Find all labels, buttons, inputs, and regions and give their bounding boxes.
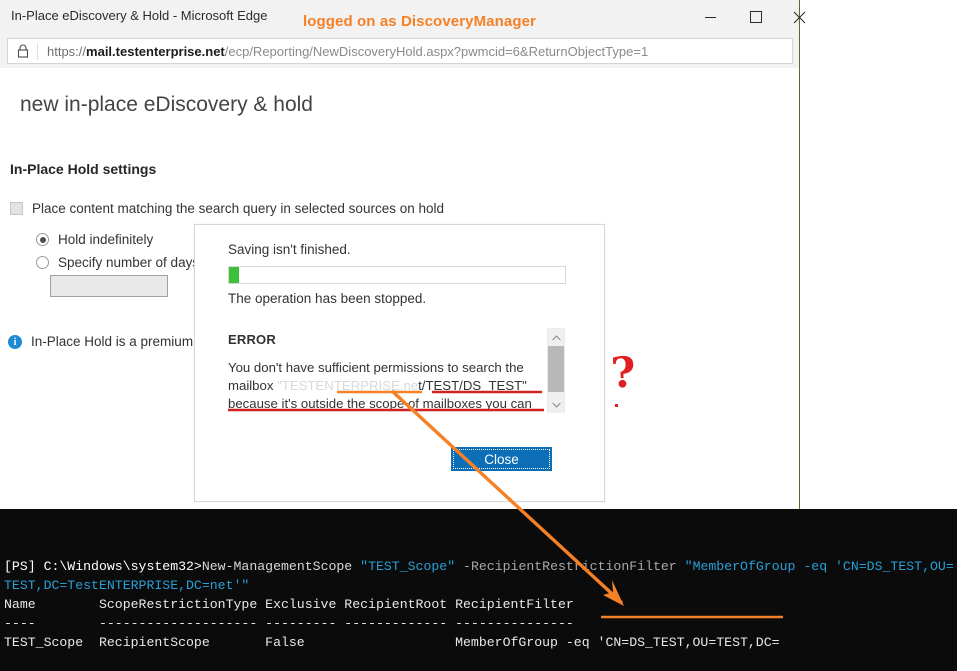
radio-unselected-icon [36, 256, 49, 269]
error-message-scroll-area: You don't have sufficient permissions to… [228, 359, 566, 411]
minimize-icon [704, 16, 716, 18]
radio-specify-days-label: Specify number of days to [58, 255, 215, 270]
place-content-on-hold-label: Place content matching the search query … [32, 201, 444, 216]
url-path: /ecp/Reporting/NewDiscoveryHold.aspx?pwm… [224, 43, 649, 59]
section-heading-in-place-hold-settings: In-Place Hold settings [10, 161, 157, 177]
url-host: mail.testenterprise.net [86, 43, 225, 59]
number-of-days-input[interactable] [50, 275, 168, 297]
radio-hold-indefinitely-label: Hold indefinitely [58, 232, 154, 247]
error-heading: ERROR [228, 332, 276, 347]
title-bar: In-Place eDiscovery & Hold - Microsoft E… [0, 0, 805, 34]
scrollbar-down-arrow-icon[interactable] [548, 396, 564, 413]
powershell-console[interactable]: [PS] C:\Windows\system32>New-ManagementS… [0, 509, 957, 671]
place-content-on-hold-checkbox[interactable]: Place content matching the search query … [10, 201, 444, 216]
address-bar-row: https://mail.testenterprise.net/ecp/Repo… [0, 34, 799, 68]
minimize-button[interactable] [687, 0, 733, 34]
console-separator-row: ---- -------------------- --------- ----… [4, 616, 574, 631]
close-dialog-button[interactable]: Close [451, 447, 552, 471]
lock-icon [8, 42, 38, 60]
close-icon [793, 11, 805, 23]
console-output: [PS] C:\Windows\system32>New-ManagementS… [0, 547, 957, 652]
console-header-row: Name ScopeRestrictionType Exclusive Reci… [4, 597, 574, 612]
premium-feature-label: In-Place Hold is a premium feat [31, 334, 220, 349]
window-title: In-Place eDiscovery & Hold - Microsoft E… [11, 8, 268, 23]
console-result-table: Name ScopeRestrictionType Exclusive Reci… [4, 597, 780, 650]
progress-bar [228, 266, 566, 284]
error-faded-fragment: "TESTENTERPRISE.ne [277, 378, 419, 393]
address-bar[interactable]: https://mail.testenterprise.net/ecp/Repo… [7, 38, 793, 64]
error-message-scrollbar[interactable] [547, 328, 565, 413]
radio-selected-icon [36, 233, 49, 246]
operation-stopped-text: The operation has been stopped. [228, 291, 427, 306]
annotation-question-mark: ? [609, 347, 637, 398]
url-scheme: https:// [47, 43, 87, 59]
console-arg-scope: "TEST_Scope" [360, 559, 456, 574]
radio-specify-number-of-days[interactable]: Specify number of days to [36, 255, 214, 270]
progress-bar-fill [229, 267, 240, 283]
console-data-row: TEST_Scope RecipientScope False MemberOf… [4, 635, 780, 650]
maximize-icon [750, 11, 762, 23]
error-message-text: You don't have sufficient permissions to… [228, 359, 546, 411]
premium-feature-note: i In-Place Hold is a premium feat [8, 334, 219, 349]
info-icon: i [8, 335, 22, 349]
console-filter-value-2: TEST,DC=TestENTERPRISE,DC=net'" [4, 578, 250, 593]
console-cmdlet: New-ManagementScope [201, 559, 353, 574]
annotation-logged-on-as: logged on as DiscoveryManager [303, 13, 536, 30]
scrollbar-thumb[interactable] [548, 346, 564, 392]
console-filter-value-1: "MemberOfGroup -eq 'CN=DS_TEST,OU= [684, 559, 954, 574]
saving-status-text: Saving isn't finished. [228, 242, 351, 257]
maximize-button[interactable] [733, 0, 779, 34]
radio-hold-indefinitely[interactable]: Hold indefinitely [36, 232, 153, 247]
checkbox-box-icon [10, 202, 23, 215]
console-prompt: [PS] C:\Windows\system32> [4, 559, 202, 574]
annotation-question-dot [615, 404, 618, 407]
close-window-button[interactable] [779, 0, 819, 34]
console-param-filter: -RecipientRestrictionFilter [463, 559, 677, 574]
url-text[interactable]: https://mail.testenterprise.net/ecp/Repo… [38, 44, 648, 59]
page-title: new in-place eDiscovery & hold [20, 93, 313, 116]
scrollbar-up-arrow-icon[interactable] [548, 329, 564, 346]
